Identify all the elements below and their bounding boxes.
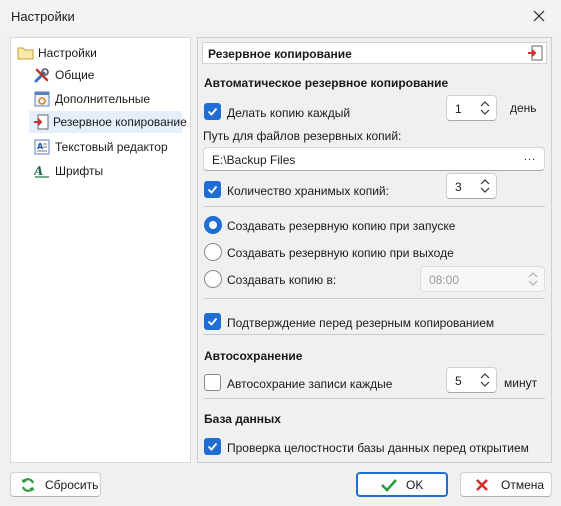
backup-every-label: Делать копию каждый — [227, 106, 351, 120]
checkmark-icon — [207, 185, 218, 194]
checkmark-icon — [207, 317, 218, 326]
folder-icon — [16, 44, 34, 62]
autosave-label: Автосохрание записи каждые — [227, 377, 393, 391]
auto-backup-heading: Автоматическое резервное копирование — [204, 76, 449, 90]
tree-item-label: Шрифты — [55, 164, 104, 178]
spin-arrows-icon[interactable] — [479, 99, 491, 117]
db-integrity-label: Проверка целостности базы данных перед о… — [227, 441, 529, 455]
autosave-minutes-value: 5 — [455, 374, 462, 388]
panel-title: Резервное копирование — [208, 47, 352, 61]
check-icon — [380, 476, 398, 494]
divider — [204, 398, 545, 399]
backup-days-spinner[interactable]: 1 — [446, 95, 497, 121]
settings-tree: Настройки Общие Дополнительные Резервное… — [10, 37, 191, 463]
tree-item-label: Дополнительные — [55, 92, 150, 106]
divider — [204, 206, 545, 207]
tree-root-settings[interactable]: Настройки — [16, 42, 97, 64]
refresh-icon — [19, 476, 37, 494]
tree-item-advanced[interactable]: Дополнительные — [33, 88, 150, 110]
ok-button-label: OK — [406, 477, 424, 492]
cancel-button[interactable]: Отмена — [460, 472, 552, 497]
backup-path-label: Путь для файлов резервных копий: — [203, 129, 402, 143]
tree-item-label: Резервное копирование — [53, 115, 187, 129]
spin-arrows-icon[interactable] — [527, 270, 539, 288]
divider — [204, 334, 545, 335]
window-title: Настройки — [11, 9, 75, 24]
backup-path-value: E:\Backup Files — [212, 153, 296, 167]
title-bar: Настройки — [0, 0, 561, 32]
browse-button[interactable]: ... — [524, 151, 536, 163]
backup-every-checkbox[interactable] — [204, 103, 221, 120]
tree-item-label: Общие — [55, 68, 95, 82]
font-icon: A — [33, 162, 51, 180]
tree-item-general[interactable]: Общие — [33, 64, 94, 86]
radio-backup-on-startup-label: Создавать резервную копию при запуске — [227, 219, 456, 233]
tree-item-text-editor[interactable]: A Текстовый редактор — [33, 136, 168, 158]
tree-root-label: Настройки — [38, 46, 97, 60]
database-heading: База данных — [204, 412, 281, 426]
radio-backup-on-exit-label: Создавать резервную копию при выходе — [227, 246, 454, 260]
radio-backup-on-startup[interactable] — [204, 216, 222, 234]
svg-text:A: A — [34, 164, 43, 178]
text-editor-icon: A — [33, 138, 51, 156]
spin-arrows-icon[interactable] — [479, 371, 491, 389]
ok-button[interactable]: OK — [356, 472, 448, 497]
reset-button[interactable]: Сбросить — [10, 472, 101, 497]
keep-copies-label: Количество хранимых копий: — [227, 184, 389, 198]
autosave-checkbox[interactable] — [204, 374, 221, 391]
settings-window-icon — [33, 90, 51, 108]
divider — [204, 298, 545, 299]
backup-time-field[interactable]: 08:00 — [420, 266, 545, 292]
backup-days-value: 1 — [455, 102, 462, 116]
backup-path-field[interactable]: E:\Backup Files ... — [203, 147, 545, 171]
close-button[interactable] — [523, 1, 555, 31]
panel-header: Резервное копирование — [202, 42, 547, 64]
keep-copies-checkbox[interactable] — [204, 181, 221, 198]
confirm-backup-checkbox[interactable] — [204, 313, 221, 330]
backup-icon — [33, 113, 49, 131]
keep-copies-value: 3 — [455, 180, 462, 194]
radio-backup-at-time[interactable] — [204, 270, 222, 288]
backup-time-value: 08:00 — [429, 273, 460, 287]
tree-item-backup[interactable]: Резервное копирование — [29, 111, 187, 133]
radio-backup-at-time-label: Создавать копию в: — [227, 273, 337, 287]
backup-days-unit: день — [510, 101, 537, 115]
cancel-button-label: Отмена — [501, 477, 545, 492]
radio-backup-on-exit[interactable] — [204, 243, 222, 261]
tree-item-fonts[interactable]: A Шрифты — [33, 160, 103, 182]
autosave-minutes-spinner[interactable]: 5 — [446, 367, 497, 393]
checkmark-icon — [207, 442, 218, 451]
reset-button-label: Сбросить — [45, 477, 99, 492]
keep-copies-spinner[interactable]: 3 — [446, 173, 497, 199]
tools-icon — [33, 66, 51, 84]
confirm-backup-label: Подтверждение перед резерным копирование… — [227, 316, 495, 330]
cancel-x-icon — [473, 476, 491, 494]
checkmark-icon — [207, 107, 218, 116]
backup-icon — [527, 45, 543, 64]
close-icon — [533, 10, 545, 22]
tree-item-label: Текстовый редактор — [55, 140, 168, 154]
spin-arrows-icon[interactable] — [479, 177, 491, 195]
autosave-heading: Автосохранение — [204, 349, 303, 363]
autosave-minutes-unit: минут — [504, 376, 538, 390]
db-integrity-checkbox[interactable] — [204, 438, 221, 455]
svg-text:A: A — [37, 142, 44, 151]
